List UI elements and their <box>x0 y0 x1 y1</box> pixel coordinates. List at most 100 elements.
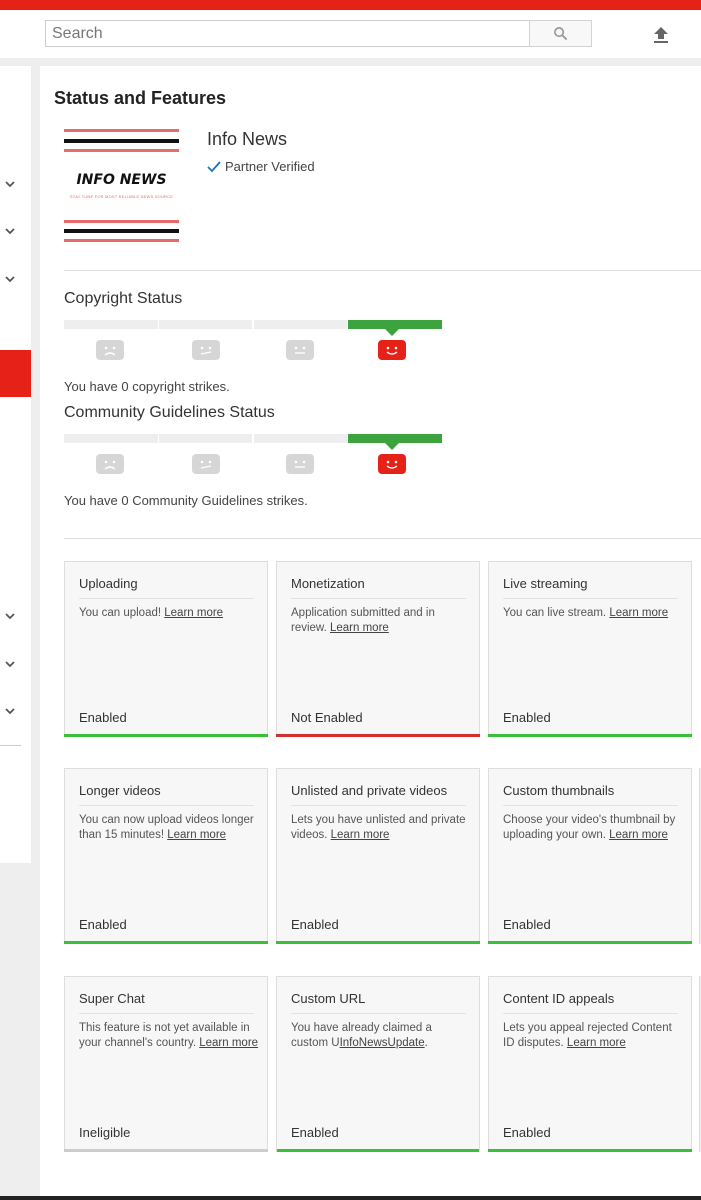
chevron-down-icon[interactable] <box>2 223 18 239</box>
sidebar-divider <box>0 745 21 746</box>
channel-logo: INFO NEWS STAY TUNE FOR MOST RELIABLE NE… <box>64 126 179 246</box>
meter-segment <box>159 320 252 329</box>
happy-face-icon <box>378 340 406 360</box>
card-divider <box>291 598 466 599</box>
sidebar <box>0 66 31 863</box>
page-title: Status and Features <box>54 88 227 108</box>
partner-status: Partner Verified <box>207 159 315 174</box>
card-divider <box>503 598 678 599</box>
card-divider <box>503 1013 678 1014</box>
uneasy-face-icon <box>192 454 220 474</box>
learn-more-link[interactable]: Learn more <box>199 1037 258 1049</box>
status-bar <box>64 941 268 944</box>
learn-more-link[interactable]: Learn more <box>167 829 226 841</box>
feature-title: Monetization <box>291 576 365 591</box>
neutral-face-icon <box>286 454 314 474</box>
happy-face-icon <box>378 454 406 474</box>
meter-pointer <box>384 328 400 336</box>
feature-status: Enabled <box>503 1125 551 1140</box>
status-bar <box>276 734 480 737</box>
status-bar <box>64 734 268 737</box>
feature-title: Unlisted and private videos <box>291 783 448 798</box>
logo-tagline: STAY TUNE FOR MOST RELIABLE NEWS SOURCE <box>69 194 174 199</box>
main-panel: Status and Features INFO NEWS STAY TUNE … <box>40 66 701 1200</box>
copyright-meter <box>64 320 442 380</box>
feature-card: Longer videos You can now upload videos … <box>64 768 268 944</box>
feature-status: Enabled <box>79 917 127 932</box>
meter-segment <box>159 434 252 443</box>
search-input[interactable] <box>45 20 530 47</box>
feature-card: Custom thumbnails Choose your video's th… <box>488 768 692 944</box>
upload-icon <box>654 27 668 43</box>
status-bar <box>64 1149 268 1152</box>
sad-face-icon <box>96 340 124 360</box>
feature-title: Longer videos <box>79 783 161 798</box>
feature-card: Uploading You can upload! Learn more Ena… <box>64 561 268 737</box>
feature-description: Choose your video's thumbnail by uploadi… <box>503 813 683 843</box>
chevron-down-icon[interactable] <box>2 176 18 192</box>
card-divider <box>79 598 254 599</box>
status-bar <box>488 734 692 737</box>
meter-segment <box>254 320 347 329</box>
feature-status: Enabled <box>503 917 551 932</box>
feature-desc-text: You can upload! <box>79 607 165 619</box>
learn-more-link[interactable]: Learn more <box>609 829 668 841</box>
feature-status: Enabled <box>503 710 551 725</box>
custom-url-link[interactable]: InfoNewsUpdate <box>340 1037 425 1049</box>
feature-status: Enabled <box>291 917 339 932</box>
copyright-status-title: Copyright Status <box>64 290 183 307</box>
learn-more-link[interactable]: Learn more <box>567 1037 626 1049</box>
chevron-down-icon[interactable] <box>2 703 18 719</box>
status-bar <box>488 1149 692 1152</box>
upload-button[interactable] <box>648 22 674 48</box>
chevron-down-icon[interactable] <box>2 656 18 672</box>
card-divider <box>79 1013 254 1014</box>
top-accent-bar <box>0 0 701 10</box>
feature-card: Unlisted and private videos Lets you hav… <box>276 768 480 944</box>
feature-desc-suffix: . <box>424 1037 428 1049</box>
status-bar <box>277 1149 479 1152</box>
feature-status: Enabled <box>291 1125 339 1140</box>
card-divider <box>79 805 254 806</box>
feature-card: Monetization Application submitted and i… <box>276 561 480 737</box>
meter-pointer <box>384 442 400 450</box>
community-meter <box>64 434 442 494</box>
feature-title: Custom thumbnails <box>503 783 615 798</box>
feature-status: Not Enabled <box>291 710 363 725</box>
chevron-down-icon[interactable] <box>2 608 18 624</box>
feature-card: Custom URL You have already claimed a cu… <box>276 976 480 1152</box>
sidebar-item-active[interactable] <box>0 350 31 397</box>
chevron-down-icon[interactable] <box>2 271 18 287</box>
channel-name: Info News <box>207 129 288 149</box>
divider <box>64 270 701 271</box>
meter-segment <box>64 320 158 329</box>
feature-title: Live streaming <box>503 576 588 591</box>
partner-label: Partner Verified <box>225 159 315 174</box>
community-status-title: Community Guidelines Status <box>64 404 275 421</box>
bottom-bar <box>0 1196 701 1200</box>
divider <box>64 538 701 539</box>
sad-face-icon <box>96 454 124 474</box>
search-button[interactable] <box>529 20 592 47</box>
learn-more-link[interactable]: Learn more <box>330 622 389 634</box>
feature-desc-text: You can live stream. <box>503 607 610 619</box>
card-divider <box>291 1013 466 1014</box>
check-icon <box>207 160 221 172</box>
feature-card: Content ID appeals Lets you appeal rejec… <box>488 976 692 1152</box>
feature-title: Content ID appeals <box>503 991 615 1006</box>
card-divider <box>291 805 466 806</box>
learn-more-link[interactable]: Learn more <box>331 829 390 841</box>
meter-segment <box>254 434 347 443</box>
header <box>0 10 701 58</box>
feature-card: Live streaming You can live stream. Lear… <box>488 561 692 737</box>
copyright-strikes-text: You have 0 copyright strikes. <box>64 379 230 394</box>
feature-title: Custom URL <box>291 991 366 1006</box>
learn-more-link[interactable]: Learn more <box>609 607 668 619</box>
feature-status: Enabled <box>79 710 127 725</box>
feature-card: Super Chat This feature is not yet avail… <box>64 976 268 1152</box>
neutral-face-icon <box>286 340 314 360</box>
uneasy-face-icon <box>192 340 220 360</box>
card-divider <box>503 805 678 806</box>
learn-more-link[interactable]: Learn more <box>164 607 223 619</box>
feature-description: You can upload! Learn more <box>79 606 259 621</box>
